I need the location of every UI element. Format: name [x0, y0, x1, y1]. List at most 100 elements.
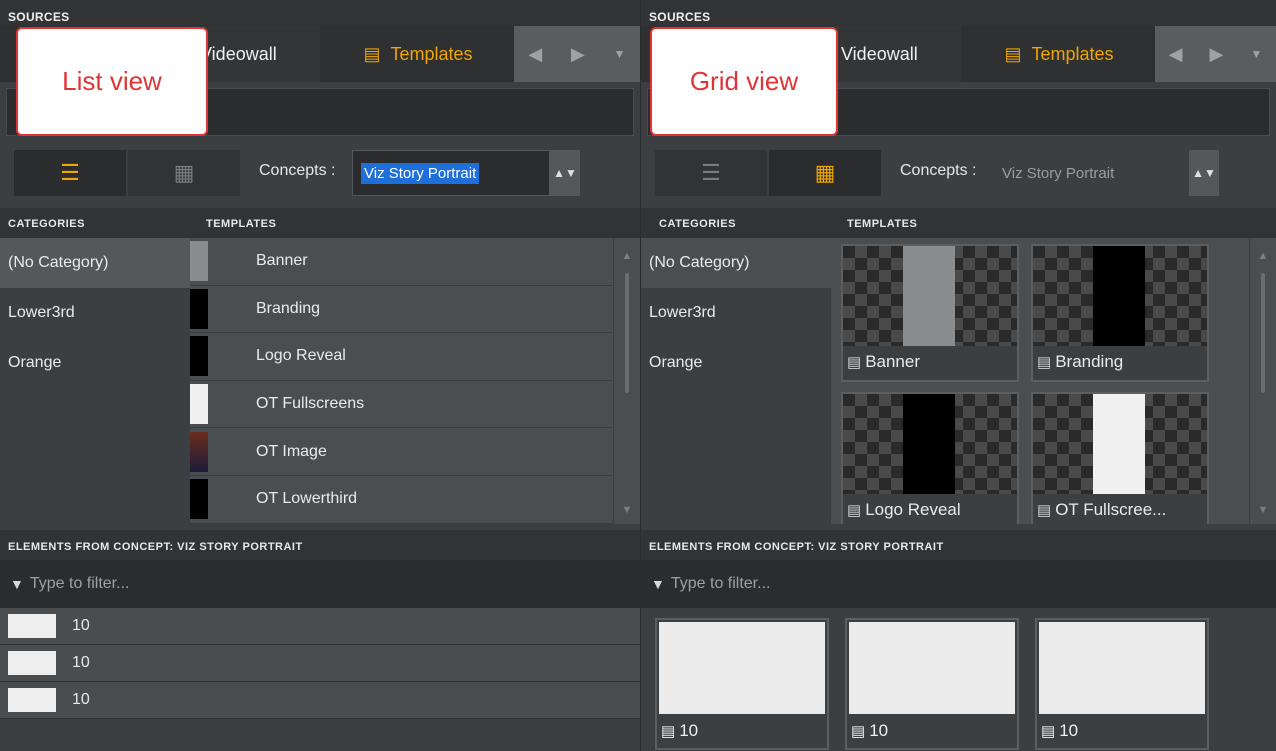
- scroll-down-icon[interactable]: ▼: [614, 504, 640, 516]
- screenshot-root: SOURCES Videowall ▤ Templates ◀ ▶ ▼ ☰ ▦ …: [0, 0, 1276, 751]
- category-item[interactable]: (No Category): [641, 238, 831, 288]
- template-row[interactable]: OT Image: [190, 428, 613, 476]
- template-thumbnail: [190, 241, 208, 282]
- tab-templates-label: Templates: [1031, 43, 1114, 64]
- categories-header: CATEGORIES: [659, 218, 736, 230]
- tab-templates[interactable]: ▤ Templates: [967, 26, 1151, 82]
- templates-header: TEMPLATES: [847, 218, 918, 230]
- concepts-select[interactable]: Viz Story Portrait: [993, 150, 1189, 196]
- template-row[interactable]: OT Lowerthird: [190, 476, 613, 524]
- element-thumbnail: [8, 688, 56, 712]
- template-name: Logo Reveal: [256, 347, 346, 365]
- elements-header: ELEMENTS FROM CONCEPT: VIZ STORY PORTRAI…: [0, 530, 640, 560]
- template-icon: ▤: [847, 502, 862, 519]
- filter-icon: ▼: [10, 576, 24, 592]
- template-row[interactable]: OT Fullscreens: [190, 381, 613, 429]
- template-icon: ▤: [1004, 43, 1022, 64]
- category-item[interactable]: Orange: [0, 338, 190, 388]
- categories-list: (No Category) Lower3rd Orange: [0, 238, 190, 524]
- template-name: OT Image: [256, 442, 327, 460]
- tab-scroll-left-icon[interactable]: ◀: [1165, 44, 1187, 65]
- template-card[interactable]: ▤ OT Fullscree...: [1031, 392, 1209, 524]
- tab-scroll-controls: ◀ ▶ ▼: [1155, 26, 1276, 82]
- tab-dropdown-icon[interactable]: ▼: [1247, 47, 1267, 61]
- filter-input[interactable]: ▼ Type to filter...: [641, 560, 1276, 608]
- element-card[interactable]: ▤ 10: [1035, 618, 1209, 750]
- grid-view-icon: ▦: [814, 160, 836, 185]
- grid-view-icon: ▦: [173, 160, 195, 185]
- template-icon: ▤: [363, 43, 381, 64]
- scroll-down-icon[interactable]: ▼: [1250, 504, 1276, 516]
- templates-scrollbar[interactable]: ▲ ▼: [1250, 238, 1276, 524]
- view-toolbar: ☰ ▦ Concepts : Viz Story Portrait ▲▼: [0, 146, 640, 200]
- category-item[interactable]: Lower3rd: [0, 288, 190, 338]
- category-item[interactable]: Orange: [641, 338, 831, 388]
- template-name: OT Lowerthird: [256, 490, 358, 508]
- tab-videowall[interactable]: Videowall: [831, 26, 961, 82]
- template-row[interactable]: Branding: [190, 286, 613, 334]
- tab-templates[interactable]: ▤ Templates: [326, 26, 510, 82]
- sources-panel-list-view: SOURCES Videowall ▤ Templates ◀ ▶ ▼ ☰ ▦ …: [0, 0, 640, 751]
- view-toolbar: ☰ ▦ Concepts : Viz Story Portrait ▲▼: [641, 146, 1276, 200]
- element-card[interactable]: ▤ 10: [845, 618, 1019, 750]
- template-row[interactable]: Banner: [190, 238, 613, 286]
- concepts-spinner-icon[interactable]: ▲▼: [1189, 150, 1219, 196]
- template-thumbnail: [1033, 246, 1207, 346]
- tab-videowall[interactable]: Videowall: [190, 26, 320, 82]
- filter-input[interactable]: ▼ Type to filter...: [0, 560, 640, 608]
- sources-header: SOURCES: [0, 0, 640, 26]
- template-thumbnail: [190, 336, 208, 377]
- element-row[interactable]: 10: [0, 608, 640, 645]
- filter-placeholder: Type to filter...: [29, 575, 130, 592]
- template-card[interactable]: ▤ Branding: [1031, 244, 1209, 382]
- template-name: OT Fullscree...: [1055, 500, 1167, 519]
- category-item[interactable]: (No Category): [0, 238, 190, 288]
- concepts-value: Viz Story Portrait: [361, 162, 480, 184]
- element-name: 10: [72, 691, 90, 708]
- list-view-icon: ☰: [701, 160, 721, 185]
- element-card[interactable]: ▤ 10: [655, 618, 829, 750]
- template-name: Branding: [256, 299, 321, 317]
- element-name: 10: [1059, 721, 1079, 740]
- grid-view-button[interactable]: ▦: [769, 150, 881, 196]
- template-card[interactable]: ▤ Banner: [841, 244, 1019, 382]
- concepts-spinner-icon[interactable]: ▲▼: [550, 150, 580, 196]
- categories-header: CATEGORIES: [8, 218, 85, 230]
- tab-scroll-right-icon[interactable]: ▶: [1206, 44, 1228, 65]
- list-view-callout: List view: [16, 27, 208, 136]
- concepts-value: Viz Story Portrait: [1002, 164, 1115, 182]
- concepts-select[interactable]: Viz Story Portrait: [352, 150, 550, 196]
- element-thumbnail: [849, 622, 1015, 714]
- concepts-label: Concepts :: [900, 162, 977, 179]
- element-name: 10: [72, 654, 90, 671]
- tab-scroll-right-icon[interactable]: ▶: [567, 44, 589, 65]
- template-icon: ▤: [847, 354, 862, 371]
- element-row[interactable]: 10: [0, 682, 640, 719]
- scrollbar-thumb[interactable]: [1261, 273, 1265, 393]
- element-icon: ▤: [1041, 723, 1056, 740]
- scroll-up-icon[interactable]: ▲: [614, 250, 640, 262]
- element-row[interactable]: 10: [0, 645, 640, 682]
- element-name: 10: [679, 721, 699, 740]
- list-view-button[interactable]: ☰: [655, 150, 767, 196]
- list-view-button[interactable]: ☰: [14, 150, 126, 196]
- element-name: 10: [72, 617, 90, 634]
- tab-dropdown-icon[interactable]: ▼: [610, 47, 630, 61]
- template-name: Banner: [256, 252, 308, 270]
- template-thumbnail: [1033, 394, 1207, 494]
- tab-scroll-left-icon[interactable]: ◀: [524, 44, 546, 65]
- filter-placeholder: Type to filter...: [670, 575, 771, 592]
- template-name: OT Fullscreens: [256, 395, 365, 413]
- tab-scroll-controls: ◀ ▶ ▼: [514, 26, 640, 82]
- scrollbar-thumb[interactable]: [625, 273, 629, 393]
- template-card[interactable]: ▤ Logo Reveal: [841, 392, 1019, 524]
- scroll-up-icon[interactable]: ▲: [1250, 250, 1276, 262]
- templates-scrollbar[interactable]: ▲ ▼: [614, 238, 640, 524]
- category-item[interactable]: Lower3rd: [641, 288, 831, 338]
- grid-view-button[interactable]: ▦: [128, 150, 240, 196]
- template-thumbnail: [190, 384, 208, 425]
- template-name: Branding: [1055, 352, 1124, 371]
- template-row[interactable]: Logo Reveal: [190, 333, 613, 381]
- template-icon: ▤: [1037, 502, 1052, 519]
- element-icon: ▤: [661, 723, 676, 740]
